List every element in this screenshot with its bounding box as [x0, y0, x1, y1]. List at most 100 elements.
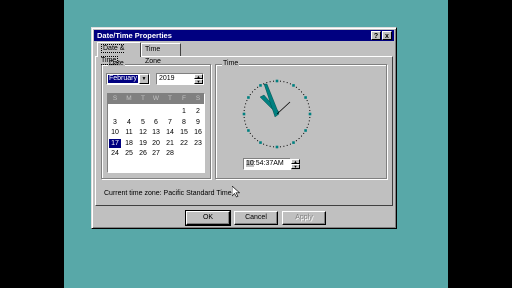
calendar-day[interactable]: 3	[109, 118, 121, 127]
clock-minute-mark	[243, 116, 245, 118]
desktop: Date/Time Properties ? x Date & Time Tim…	[64, 0, 448, 288]
clock-minute-mark	[308, 120, 310, 122]
clock-hour-mark	[259, 84, 262, 87]
clock-minute-mark	[306, 100, 308, 102]
clock-minute-mark	[283, 145, 285, 147]
clock-hour-mark	[259, 141, 262, 144]
clock-minute-mark	[249, 132, 251, 134]
clock-minute-mark	[251, 135, 253, 137]
calendar-day[interactable]: 7	[164, 118, 176, 127]
clock-minute-mark	[273, 146, 275, 148]
spin-down-icon[interactable]: ▼	[291, 164, 300, 169]
calendar-day[interactable]: 16	[192, 128, 204, 137]
time-rest: :54:37AM	[253, 160, 284, 167]
clock-minute-mark	[254, 88, 256, 90]
calendar-day[interactable]: 21	[164, 139, 176, 148]
calendar-day[interactable]: 4	[123, 118, 135, 127]
calendar-day[interactable]: 13	[150, 128, 162, 137]
apply-button[interactable]: Apply	[282, 211, 326, 225]
calendar-day[interactable]: 9	[192, 118, 204, 127]
clock-minute-mark	[303, 94, 305, 96]
calendar-day[interactable]: 19	[137, 139, 149, 148]
calendar-day[interactable]: 28	[164, 149, 176, 158]
clock-minute-mark	[254, 138, 256, 140]
calendar-day[interactable]: 27	[150, 149, 162, 158]
calendar-day[interactable]: 26	[137, 149, 149, 158]
calendar-day[interactable]: 5	[137, 118, 149, 127]
clock-minute-mark	[306, 126, 308, 128]
day-name: S	[112, 95, 118, 102]
clock-minute-mark	[266, 144, 268, 146]
day-name: T	[168, 95, 172, 102]
calendar-day[interactable]: 14	[164, 128, 176, 137]
clock-minute-mark	[279, 80, 281, 82]
clock-minute-mark	[309, 116, 311, 118]
calendar-day[interactable]: 25	[123, 149, 135, 158]
calendar-day[interactable]: 12	[137, 128, 149, 137]
clock-hour-mark	[292, 141, 295, 144]
time-hour: 10	[246, 160, 254, 167]
clock-minute-mark	[286, 144, 288, 146]
mouse-cursor-icon	[232, 186, 240, 198]
clock-minute-mark	[257, 86, 259, 88]
clock-minute-mark	[301, 135, 303, 137]
current-time-zone: Current time zone: Pacific Standard Time	[104, 190, 232, 197]
calendar-day[interactable]: 22	[178, 139, 190, 148]
clock-minute-mark	[303, 132, 305, 134]
clock-minute-mark	[245, 103, 247, 105]
clock-minute-mark	[298, 138, 300, 140]
time-group-label: Time	[222, 60, 240, 67]
clock-minute-mark	[246, 100, 248, 102]
clock-minute-mark	[279, 146, 281, 148]
calendar-day[interactable]: 2	[192, 107, 204, 116]
tab-date-time[interactable]: Date & Time	[97, 42, 141, 65]
clock-minute-mark	[286, 82, 288, 84]
clock-minute-mark	[257, 140, 259, 142]
title-bar: Date/Time Properties ? x	[94, 30, 394, 41]
calendar-day[interactable]: 1	[178, 107, 190, 116]
clock-minute-mark	[308, 106, 310, 108]
day-name: T	[141, 95, 145, 102]
day-name: M	[126, 95, 132, 102]
clock-hour-mark	[242, 112, 246, 116]
calendar-day[interactable]: 10	[109, 128, 121, 137]
clock-minute-mark	[283, 81, 285, 83]
time-field[interactable]: 10:54:37AM	[243, 158, 291, 170]
help-button[interactable]: ?	[371, 31, 381, 40]
clock-minute-mark	[249, 94, 251, 96]
calendar-day[interactable]: 15	[178, 128, 190, 137]
tab-time-zone[interactable]: Time Zone	[141, 43, 181, 65]
calendar-day[interactable]: 20	[150, 139, 162, 148]
clock-minute-mark	[295, 140, 297, 142]
time-spinner[interactable]: ▲ ▼	[291, 159, 300, 169]
calendar-day[interactable]: 17	[109, 138, 121, 148]
calendar-day[interactable]: 8	[178, 118, 190, 127]
chevron-down-icon[interactable]: ▼	[139, 74, 149, 84]
year-spinner[interactable]: ▲ ▼	[194, 74, 203, 84]
calendar-day[interactable]: 11	[123, 128, 135, 137]
day-name: S	[195, 95, 201, 102]
calendar-day[interactable]: 24	[109, 149, 121, 158]
close-button[interactable]: x	[382, 31, 392, 40]
cancel-button[interactable]: Cancel	[234, 211, 278, 225]
clock-minute-mark	[263, 143, 265, 145]
month-dropdown[interactable]: February ▼	[106, 73, 150, 85]
clock-minute-mark	[307, 123, 309, 125]
clock-minute-mark	[269, 145, 271, 147]
calendar-day[interactable]: 23	[192, 139, 204, 148]
ok-button[interactable]: OK	[185, 210, 231, 226]
clock-hour-mark	[275, 145, 279, 149]
calendar-header: S M T W T F S	[108, 94, 204, 104]
clock-hour-mark	[304, 96, 307, 99]
clock-minute-mark	[244, 120, 246, 122]
calendar-day[interactable]: 18	[123, 139, 135, 148]
clock-minute-mark	[273, 80, 275, 82]
clock-minute-mark	[301, 91, 303, 93]
day-name: W	[152, 95, 160, 102]
clock-hour-mark	[308, 112, 312, 116]
clock-minute-mark	[244, 106, 246, 108]
calendar-day[interactable]: 6	[150, 118, 162, 127]
dialog-title: Date/Time Properties	[97, 31, 172, 40]
clock-minute-mark	[307, 103, 309, 105]
spin-down-icon[interactable]: ▼	[194, 79, 203, 84]
